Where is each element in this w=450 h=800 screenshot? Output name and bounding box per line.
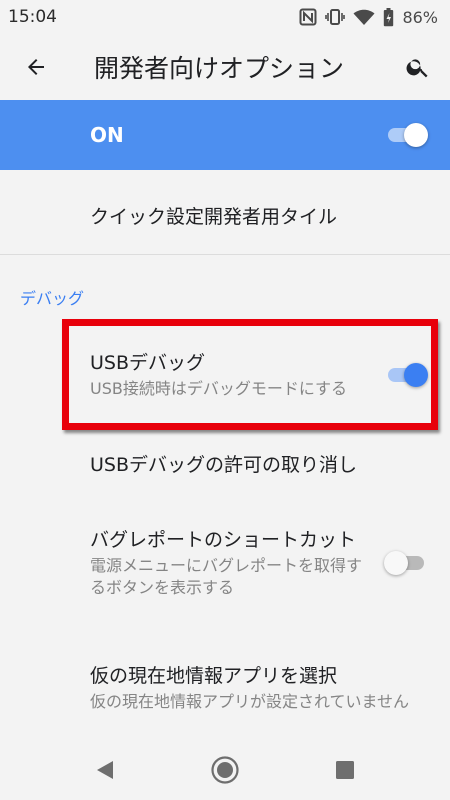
bugreport-shortcut-switch[interactable] bbox=[384, 551, 426, 575]
back-button[interactable] bbox=[18, 49, 54, 85]
nav-home-button[interactable] bbox=[205, 750, 245, 790]
category-debug-header: デバッグ bbox=[20, 289, 85, 308]
usb-debugging-item[interactable]: USBデバッグ USB接続時はデバッグモードにする bbox=[0, 330, 450, 420]
mock-location-app-summary: 仮の現在地情報アプリが設定されていません bbox=[90, 692, 410, 711]
status-bar: 15:04 86% bbox=[0, 0, 450, 34]
master-switch-label: ON bbox=[90, 123, 124, 147]
nav-recents-button[interactable] bbox=[325, 750, 365, 790]
app-bar: 開発者向けオプション bbox=[0, 34, 450, 100]
square-recents-icon bbox=[336, 761, 354, 779]
master-switch-toggle[interactable] bbox=[386, 123, 428, 147]
usb-debugging-summary: USB接続時はデバッグモードにする bbox=[90, 379, 348, 398]
revoke-usb-debugging-title: USBデバッグの許可の取り消し bbox=[90, 454, 358, 476]
usb-debugging-title: USBデバッグ bbox=[90, 352, 206, 374]
search-icon bbox=[406, 59, 428, 78]
quick-settings-tiles-item[interactable]: クイック設定開発者用タイル bbox=[0, 180, 450, 254]
circle-home-icon bbox=[211, 756, 239, 784]
navigation-bar bbox=[0, 740, 450, 800]
status-time: 15:04 bbox=[8, 7, 57, 27]
mock-location-app-item[interactable]: 仮の現在地情報アプリを選択 仮の現在地情報アプリが設定されていません bbox=[0, 648, 450, 728]
divider bbox=[0, 254, 450, 255]
nfc-icon bbox=[299, 8, 317, 26]
arrow-back-icon bbox=[28, 59, 44, 75]
master-switch-bar[interactable]: ON bbox=[0, 100, 450, 170]
bugreport-shortcut-summary: 電源メニューにバグレポートを取得するボタンを表示する bbox=[90, 556, 363, 597]
usb-debugging-switch[interactable] bbox=[386, 363, 428, 387]
battery-icon bbox=[383, 7, 394, 27]
battery-percent: 86% bbox=[402, 7, 438, 27]
bugreport-shortcut-item[interactable]: バグレポートのショートカット 電源メニューにバグレポートを取得するボタンを表示す… bbox=[0, 508, 450, 618]
triangle-back-icon bbox=[97, 761, 113, 779]
vibrate-icon bbox=[325, 8, 346, 26]
revoke-usb-debugging-item[interactable]: USBデバッグの許可の取り消し bbox=[0, 436, 450, 494]
status-icons: 86% bbox=[299, 7, 438, 27]
quick-settings-tiles-title: クイック設定開発者用タイル bbox=[90, 206, 338, 228]
search-button[interactable] bbox=[400, 49, 436, 85]
page-title: 開発者向けオプション bbox=[94, 54, 345, 83]
mock-location-app-title: 仮の現在地情報アプリを選択 bbox=[90, 665, 338, 687]
bugreport-shortcut-title: バグレポートのショートカット bbox=[90, 529, 357, 551]
nav-back-button[interactable] bbox=[85, 750, 125, 790]
wifi-icon bbox=[353, 8, 375, 26]
